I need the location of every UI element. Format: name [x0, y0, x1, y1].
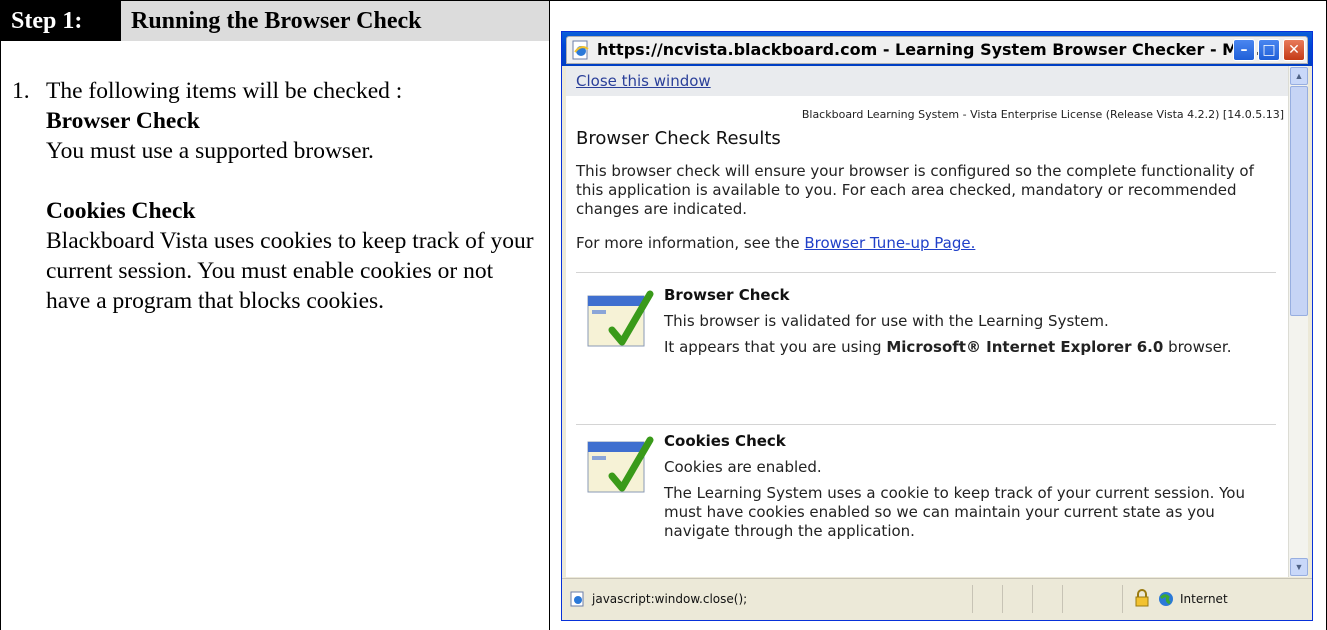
table-left-border	[0, 0, 1, 630]
internet-zone-icon	[1159, 592, 1173, 606]
list-item-content: The following items will be checked : Br…	[46, 76, 542, 316]
ie-page-icon	[572, 40, 589, 60]
browser-check-heading: Browser Check	[46, 108, 200, 134]
results-title: Browser Check Results	[576, 128, 781, 149]
cookies-check-title: Cookies Check	[664, 432, 786, 450]
close-window-bar: Close this window	[566, 66, 1288, 96]
cookies-check-text: Blackboard Vista uses cookies to keep tr…	[46, 228, 534, 314]
vertical-scrollbar[interactable]: ▲ ▼	[1288, 66, 1308, 577]
browser-tuneup-link[interactable]: Browser Tune-up Page.	[804, 234, 975, 252]
status-text: javascript:window.close();	[592, 592, 748, 606]
divider	[576, 272, 1276, 273]
browser-check-text: You must use a supported browser.	[46, 138, 374, 164]
lock-icon[interactable]	[1134, 589, 1150, 607]
browser-window: https://ncvista.blackboard.com - Learnin…	[561, 31, 1313, 621]
cookies-check-detail: The Learning System uses a cookie to kee…	[664, 484, 1245, 540]
security-zone-label: Internet	[1180, 592, 1228, 606]
close-button[interactable]: ✕	[1283, 39, 1305, 61]
browser-check-status: This browser is validated for use with t…	[664, 312, 1109, 330]
window-title: https://ncvista.blackboard.com - Learnin…	[597, 40, 1262, 59]
checkmark-window-icon	[587, 290, 654, 347]
checkmark-window-icon	[587, 436, 654, 493]
page-content: Close this window Blackboard Learning Sy…	[566, 66, 1288, 577]
divider	[576, 424, 1276, 425]
step-title: Running the Browser Check	[131, 8, 422, 34]
scroll-up-icon[interactable]: ▲	[1290, 67, 1308, 85]
step-instructions: 1. The following items will be checked :…	[12, 76, 542, 316]
cookies-check-heading: Cookies Check	[46, 198, 196, 224]
cookies-check-status: Cookies are enabled.	[664, 458, 822, 476]
maximize-button[interactable]: □	[1258, 39, 1280, 61]
more-info-prefix: For more information, see the	[576, 234, 805, 252]
list-item: 1. The following items will be checked :…	[12, 76, 542, 316]
step-number: Step 1:	[1, 1, 121, 41]
checked-items-intro: The following items will be checked :	[46, 78, 403, 104]
scroll-down-icon[interactable]: ▼	[1290, 558, 1308, 576]
browser-check-title: Browser Check	[664, 286, 790, 304]
more-info-text: For more information, see the Browser Tu…	[576, 234, 975, 252]
results-intro: This browser check will ensure your brow…	[576, 162, 1254, 218]
table-column-divider	[549, 0, 550, 630]
minimize-button[interactable]: –	[1233, 39, 1255, 61]
scroll-thumb[interactable]	[1290, 86, 1308, 316]
status-bar: javascript:window.close(); Internet	[562, 578, 1312, 620]
browser-check-detail: It appears that you are using Microsoft®…	[664, 338, 1232, 356]
list-item-number: 1.	[12, 78, 30, 104]
page-done-icon	[570, 591, 584, 607]
license-info: Blackboard Learning System - Vista Enter…	[801, 108, 1284, 121]
close-window-link[interactable]: Close this window	[576, 72, 711, 90]
window-titlebar[interactable]: https://ncvista.blackboard.com - Learnin…	[562, 32, 1312, 66]
step-header: Step 1: Running the Browser Check	[1, 1, 549, 41]
